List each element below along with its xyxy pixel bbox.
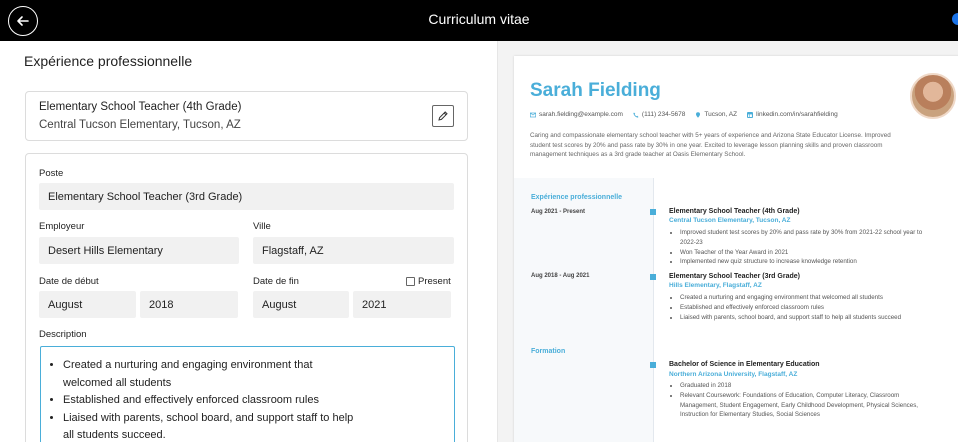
- contact-location-text: Tucson, AZ: [704, 111, 738, 118]
- employer-label: Employeur: [39, 221, 85, 232]
- job-bullet: Created a nurturing and engaging environ…: [680, 293, 935, 303]
- timeline-divider: [653, 178, 654, 442]
- job-title: Elementary School Teacher (3rd Grade): [669, 273, 800, 280]
- job-dates: Aug 2021 - Present: [531, 209, 586, 215]
- present-label: Present: [418, 276, 451, 287]
- resume-page: Sarah Fielding sarah.fielding@example.co…: [514, 56, 958, 442]
- end-date-label: Date de fin: [253, 276, 299, 287]
- description-editor[interactable]: Created a nurturing and engaging environ…: [40, 346, 455, 442]
- education-bullet: Relevant Coursework: Foundations of Educ…: [680, 391, 935, 420]
- present-toggle[interactable]: Present: [406, 276, 451, 287]
- city-label: Ville: [253, 221, 271, 232]
- end-year-select[interactable]: 2021: [353, 291, 451, 318]
- job-employer: Central Tucson Elementary, Tucson, AZ: [669, 217, 791, 224]
- entry-role: Elementary School Teacher (4th Grade): [39, 101, 242, 113]
- position-input[interactable]: Elementary School Teacher (3rd Grade): [39, 183, 454, 210]
- present-checkbox[interactable]: [406, 277, 415, 286]
- job-bullet: Improved student test scores by 20% and …: [680, 228, 935, 248]
- city-input[interactable]: Flagstaff, AZ: [253, 237, 454, 264]
- mail-icon: [530, 112, 536, 117]
- job-employer: Hills Elementary, Flagstaff, AZ: [669, 282, 762, 289]
- start-date-label: Date de début: [39, 276, 99, 287]
- position-label: Poste: [39, 168, 64, 179]
- phone-icon: [633, 112, 639, 118]
- contact-email: sarah.fielding@example.com: [530, 111, 623, 118]
- contact-location: Tucson, AZ: [695, 111, 737, 118]
- end-month-select[interactable]: August: [253, 291, 349, 318]
- contact-phone-text: (111) 234-5678: [641, 111, 686, 118]
- description-item: Established and effectively enforced cla…: [63, 392, 363, 410]
- resume-summary: Caring and compassionate elementary scho…: [530, 132, 891, 158]
- experience-entry-card[interactable]: Elementary School Teacher (4th Grade) Ce…: [25, 91, 468, 141]
- status-dot-icon: [952, 13, 958, 25]
- start-month-select[interactable]: August: [39, 291, 136, 318]
- linkedin-icon: [747, 111, 754, 118]
- job-bullets: Improved student test scores by 20% and …: [680, 228, 935, 267]
- contact-phone: (111) 234-5678: [633, 111, 686, 118]
- contact-linkedin: linkedin.com/in/sarahfielding: [747, 111, 838, 118]
- job-bullet: Liaised with parents, school board, and …: [680, 313, 935, 323]
- pencil-icon: [438, 111, 448, 121]
- location-pin-icon: [696, 111, 701, 118]
- timeline-marker-icon: [650, 274, 656, 280]
- description-item: Created a nurturing and engaging environ…: [63, 357, 363, 392]
- education-bullet: Graduated in 2018: [680, 381, 935, 391]
- contact-row: sarah.fielding@example.com (111) 234-567…: [530, 111, 838, 118]
- resume-side-column: [514, 178, 654, 442]
- experience-form: Poste Elementary School Teacher (3rd Gra…: [25, 153, 468, 442]
- job-bullet: Implemented new quiz structure to increa…: [680, 257, 935, 267]
- school-name: Northern Arizona University, Flagstaff, …: [669, 371, 798, 378]
- degree-title: Bachelor of Science in Elementary Educat…: [669, 361, 820, 368]
- job-bullets: Created a nurturing and engaging environ…: [680, 293, 935, 322]
- editor-panel: Expérience professionnelle Elementary Sc…: [0, 41, 498, 442]
- job-bullet: Established and effectively enforced cla…: [680, 303, 935, 313]
- entry-employer: Central Tucson Elementary, Tucson, AZ: [39, 119, 241, 131]
- contact-email-text: sarah.fielding@example.com: [539, 111, 623, 118]
- page-title: Curriculum vitae: [428, 11, 530, 27]
- description-label: Description: [39, 329, 87, 340]
- start-year-select[interactable]: 2018: [140, 291, 238, 318]
- contact-linkedin-text: linkedin.com/in/sarahfielding: [756, 111, 838, 118]
- top-bar: Curriculum vitae: [0, 0, 958, 41]
- job-bullet: Won Teacher of the Year Award in 2021: [680, 248, 935, 258]
- section-title: Expérience professionnelle: [24, 53, 193, 69]
- resume-preview-panel: Sarah Fielding sarah.fielding@example.co…: [498, 41, 958, 442]
- timeline-marker-icon: [650, 362, 656, 368]
- job-dates: Aug 2018 - Aug 2021: [531, 273, 590, 279]
- avatar: [910, 73, 956, 119]
- job-title: Elementary School Teacher (4th Grade): [669, 208, 800, 215]
- edit-entry-button[interactable]: [432, 105, 454, 127]
- resume-name: Sarah Fielding: [530, 80, 661, 101]
- employer-input[interactable]: Desert Hills Elementary: [39, 237, 239, 264]
- timeline-marker-icon: [650, 209, 656, 215]
- education-bullets: Graduated in 2018 Relevant Coursework: F…: [680, 381, 935, 420]
- experience-heading: Expérience professionnelle: [531, 194, 623, 201]
- education-heading: Formation: [531, 348, 566, 355]
- description-item: Liaised with parents, school board, and …: [63, 410, 363, 442]
